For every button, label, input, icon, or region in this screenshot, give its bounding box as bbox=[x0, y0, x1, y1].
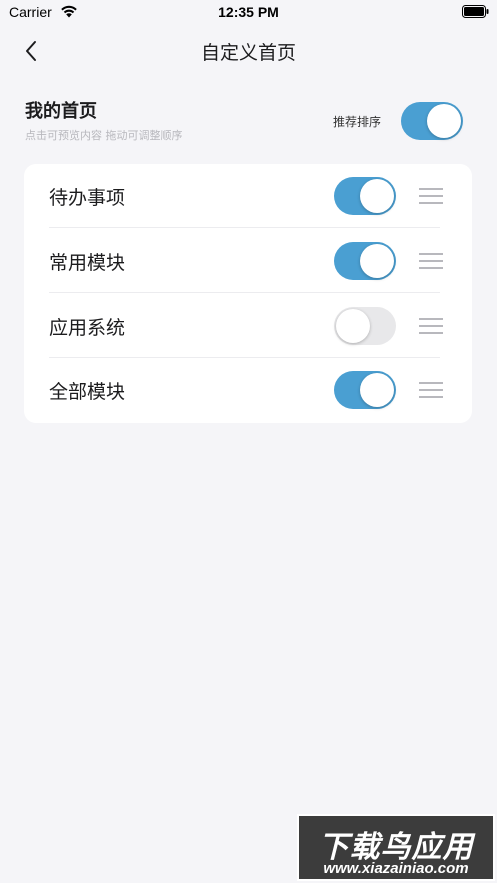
status-bar: Carrier 12:35 PM bbox=[0, 0, 497, 26]
module-list-card: 待办事项 常用模块 应用系统 全部模块 bbox=[24, 164, 472, 423]
toggle-knob bbox=[360, 244, 394, 278]
drag-handle-icon[interactable] bbox=[417, 252, 445, 270]
section-title: 我的首页 bbox=[25, 101, 97, 122]
row-divider bbox=[49, 292, 440, 293]
module-label: 应用系统 bbox=[49, 317, 126, 339]
row-divider bbox=[49, 227, 440, 228]
toggle-knob bbox=[360, 373, 394, 407]
watermark-logo: 下载鸟应用 www.xiazainiao.com bbox=[297, 814, 495, 881]
drag-handle-icon[interactable] bbox=[417, 317, 445, 335]
module-toggle-common[interactable] bbox=[334, 242, 396, 280]
recommend-sort-label: 推荐排序 bbox=[333, 115, 382, 129]
module-row-apps[interactable]: 应用系统 bbox=[24, 294, 472, 358]
toggle-knob bbox=[336, 309, 370, 343]
module-toggle-apps[interactable] bbox=[334, 307, 396, 345]
toggle-knob bbox=[360, 179, 394, 213]
battery-icon bbox=[462, 5, 489, 18]
module-row-common[interactable]: 常用模块 bbox=[24, 229, 472, 293]
module-toggle-todo[interactable] bbox=[334, 177, 396, 215]
status-time: 12:35 PM bbox=[218, 4, 279, 20]
drag-handle-icon[interactable] bbox=[417, 187, 445, 205]
module-label: 常用模块 bbox=[49, 252, 126, 274]
module-label: 待办事项 bbox=[49, 187, 126, 209]
page-title: 自定义首页 bbox=[200, 42, 296, 64]
nav-bar: 自定义首页 bbox=[0, 26, 497, 76]
section-subtitle: 点击可预览内容 拖动可调整顺序 bbox=[25, 129, 183, 142]
module-label: 全部模块 bbox=[49, 381, 126, 403]
toggle-knob bbox=[427, 104, 461, 138]
module-row-all[interactable]: 全部模块 bbox=[24, 358, 472, 422]
module-row-todo[interactable]: 待办事项 bbox=[24, 164, 472, 228]
recommend-sort-toggle[interactable] bbox=[401, 102, 463, 140]
module-toggle-all[interactable] bbox=[334, 371, 396, 409]
watermark-url: www.xiazainiao.com bbox=[323, 860, 469, 877]
drag-handle-icon[interactable] bbox=[417, 381, 445, 399]
